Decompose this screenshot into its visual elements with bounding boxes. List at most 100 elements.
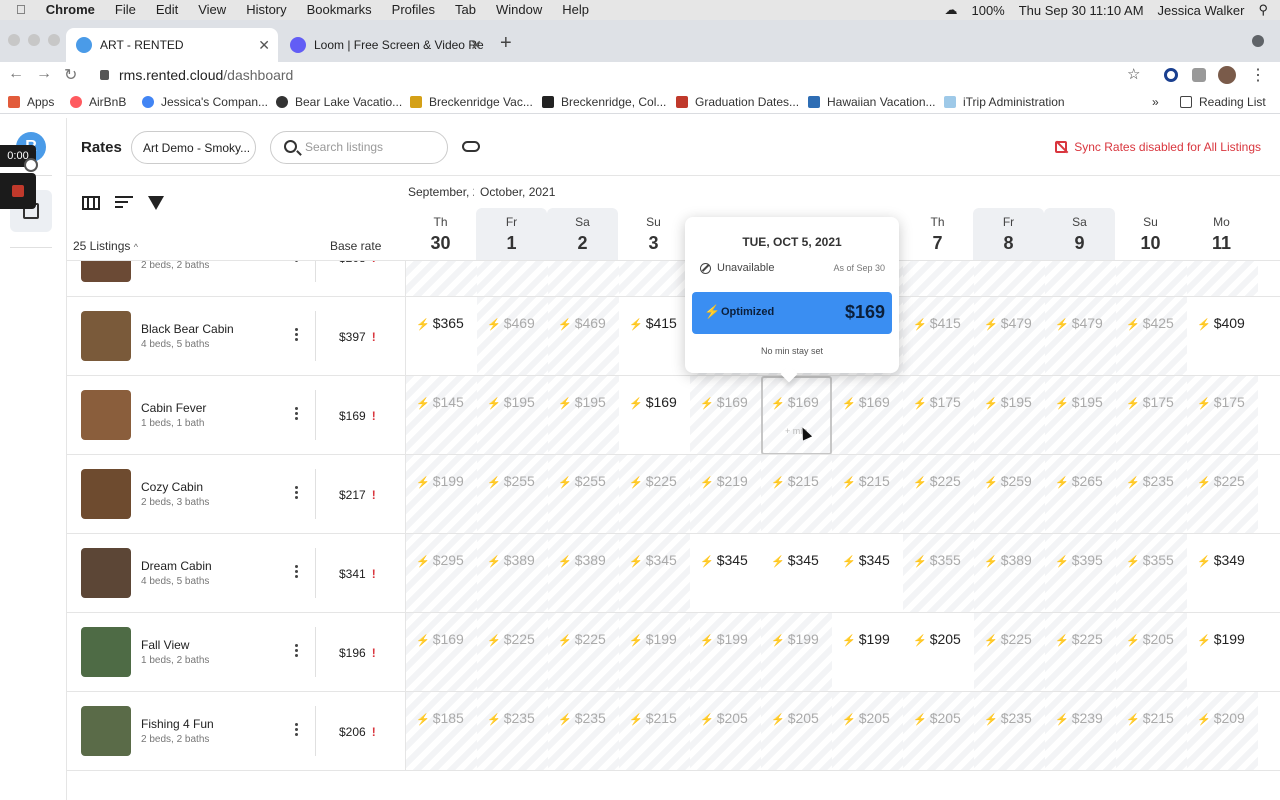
rate-cell[interactable] <box>903 261 974 296</box>
bookmark-company[interactable]: Jessica's Compan... <box>142 95 268 109</box>
wifi-icon[interactable]: ☁ <box>944 2 957 18</box>
base-rate[interactable]: $196! <box>339 646 376 660</box>
rate-cell[interactable]: ⚡ $215 <box>761 455 832 533</box>
rate-cell[interactable]: ⚡ $215 <box>1116 692 1187 770</box>
rate-cell[interactable]: ⚡ $389 <box>477 534 548 612</box>
rate-cell[interactable]: ⚡ $365 <box>406 297 477 375</box>
bookmark-breckenridge-vac[interactable]: Breckenridge Vac... <box>410 95 533 109</box>
rate-cell[interactable]: ⚡ $235 <box>548 692 619 770</box>
browser-menu-icon[interactable]: ⋮ <box>1250 65 1266 85</box>
more-options-icon[interactable] <box>295 407 299 423</box>
window-zoom-button[interactable] <box>48 34 60 46</box>
menu-help[interactable]: Help <box>562 2 589 17</box>
rate-cell[interactable]: ⚡ $219 <box>690 455 761 533</box>
rate-cell[interactable]: ⚡ $345 <box>619 534 690 612</box>
bookmarks-overflow-button[interactable]: » <box>1152 95 1159 109</box>
stop-recording-button[interactable] <box>0 173 36 209</box>
battery-label[interactable]: 100% <box>971 3 1004 18</box>
day-header[interactable]: Sa 9 <box>1044 208 1115 260</box>
filter-icon[interactable] <box>148 196 164 210</box>
rate-cell[interactable]: ⚡ $215 <box>619 692 690 770</box>
base-rate[interactable]: $341! <box>339 567 376 581</box>
property-select[interactable]: Art Demo - Smoky... <box>131 131 256 164</box>
search-box[interactable] <box>270 131 448 164</box>
listing-name[interactable]: Dream Cabin <box>141 559 212 573</box>
rate-cell[interactable]: ⚡ $225 <box>619 455 690 533</box>
rate-cell[interactable] <box>1045 261 1116 296</box>
listing-name[interactable]: Fishing 4 Fun <box>141 717 214 731</box>
rate-cell[interactable] <box>974 261 1045 296</box>
clock[interactable]: Thu Sep 30 11:10 AM <box>1019 3 1144 18</box>
base-rate[interactable]: $397! <box>339 330 376 344</box>
day-header[interactable]: Th 7 <box>902 208 973 260</box>
rate-cell[interactable]: ⚡ $199 <box>761 613 832 691</box>
rate-cell[interactable]: ⚡ $199 <box>1187 613 1258 691</box>
listing-name[interactable]: Cozy Cabin <box>141 480 203 494</box>
new-tab-button[interactable]: + <box>500 32 512 55</box>
rate-cell[interactable]: ⚡ $409 <box>1187 297 1258 375</box>
listing-row[interactable]: Fishing 4 Fun 2 beds, 2 baths $206! <box>67 692 405 771</box>
menu-view[interactable]: View <box>198 2 226 17</box>
listing-row[interactable]: Dream Cabin 4 beds, 5 baths $341! <box>67 534 405 613</box>
rate-cell[interactable]: ⚡ $175 <box>903 376 974 454</box>
back-arrow-icon[interactable]: ← <box>8 65 24 83</box>
search-input[interactable] <box>305 140 441 154</box>
rate-cell[interactable]: ⚡ $205 <box>903 692 974 770</box>
menu-profiles[interactable]: Profiles <box>392 2 435 17</box>
close-tab-icon[interactable]: ✕ <box>258 37 270 54</box>
apple-icon[interactable]:  <box>16 2 26 17</box>
base-rate[interactable]: $169! <box>339 409 376 423</box>
rate-cell[interactable]: ⚡ $395 <box>1045 534 1116 612</box>
rate-cell[interactable]: ⚡ $195 <box>1045 376 1116 454</box>
sort-icon[interactable] <box>115 196 133 210</box>
rate-cell[interactable]: ⚡ $235 <box>1116 455 1187 533</box>
bookmark-star-icon[interactable]: ☆ <box>1127 65 1140 83</box>
rate-cell[interactable]: ⚡ $425 <box>1116 297 1187 375</box>
rate-cell[interactable]: ⚡ $479 <box>974 297 1045 375</box>
rate-cell[interactable]: ⚡ $199 <box>619 613 690 691</box>
rate-cell[interactable] <box>619 261 690 296</box>
more-options-icon[interactable] <box>295 644 299 660</box>
listing-row[interactable]: 2 beds, 2 baths $208! <box>67 261 405 297</box>
bookmark-hawaiian[interactable]: Hawaiian Vacation... <box>808 95 936 109</box>
rate-cell[interactable]: ⚡ $199 <box>406 455 477 533</box>
rate-cell[interactable]: ⚡ $205 <box>832 692 903 770</box>
tab-loom[interactable]: Loom | Free Screen & Video Re ✕ <box>280 28 490 62</box>
bookmark-apps[interactable]: Apps <box>8 95 54 109</box>
forward-arrow-icon[interactable]: → <box>36 65 52 83</box>
rate-cell[interactable]: ⚡ $479 <box>1045 297 1116 375</box>
reading-list-button[interactable]: Reading List <box>1180 95 1266 109</box>
rate-cell[interactable]: ⚡ $169 <box>619 376 690 454</box>
listing-name[interactable]: Black Bear Cabin <box>141 322 234 336</box>
more-options-icon[interactable] <box>295 261 299 265</box>
rate-cell[interactable]: ⚡ $389 <box>548 534 619 612</box>
menu-history[interactable]: History <box>246 2 286 17</box>
window-close-button[interactable] <box>8 34 20 46</box>
columns-icon[interactable] <box>82 196 100 210</box>
rate-cell[interactable]: ⚡ $215 <box>832 455 903 533</box>
rate-cell[interactable]: ⚡ $415 <box>619 297 690 375</box>
base-rate[interactable]: $206! <box>339 725 376 739</box>
rate-cell[interactable]: ⚡ $205 <box>690 692 761 770</box>
rate-cell[interactable]: ⚡ $145 <box>406 376 477 454</box>
listing-name[interactable]: Fall View <box>141 638 189 652</box>
rate-cell[interactable]: ⚡ $355 <box>1116 534 1187 612</box>
day-header[interactable]: Fr 1 <box>476 208 547 260</box>
rate-cell[interactable]: ⚡ $205 <box>761 692 832 770</box>
listing-thumbnail[interactable] <box>81 627 131 677</box>
rate-cell[interactable] <box>406 261 477 296</box>
rate-cell[interactable]: ⚡ $175 <box>1187 376 1258 454</box>
menu-edit[interactable]: Edit <box>156 2 178 17</box>
rate-cell[interactable] <box>1116 261 1187 296</box>
more-options-icon[interactable] <box>295 723 299 739</box>
bookmark-bear-lake[interactable]: Bear Lake Vacatio... <box>276 95 402 109</box>
day-header[interactable]: Mo 11 <box>1186 208 1257 260</box>
rate-cell[interactable]: ⚡ $259 <box>974 455 1045 533</box>
rate-cell[interactable]: ⚡ $175 <box>1116 376 1187 454</box>
listing-row[interactable]: Black Bear Cabin 4 beds, 5 baths $397! <box>67 297 405 376</box>
rate-cell[interactable]: ⚡ $169 <box>690 376 761 454</box>
window-minimize-button[interactable] <box>28 34 40 46</box>
rate-cell[interactable]: ⚡ $265 <box>1045 455 1116 533</box>
user-name[interactable]: Jessica Walker <box>1158 3 1245 18</box>
bookmark-breckenridge-col[interactable]: Breckenridge, Col... <box>542 95 666 109</box>
